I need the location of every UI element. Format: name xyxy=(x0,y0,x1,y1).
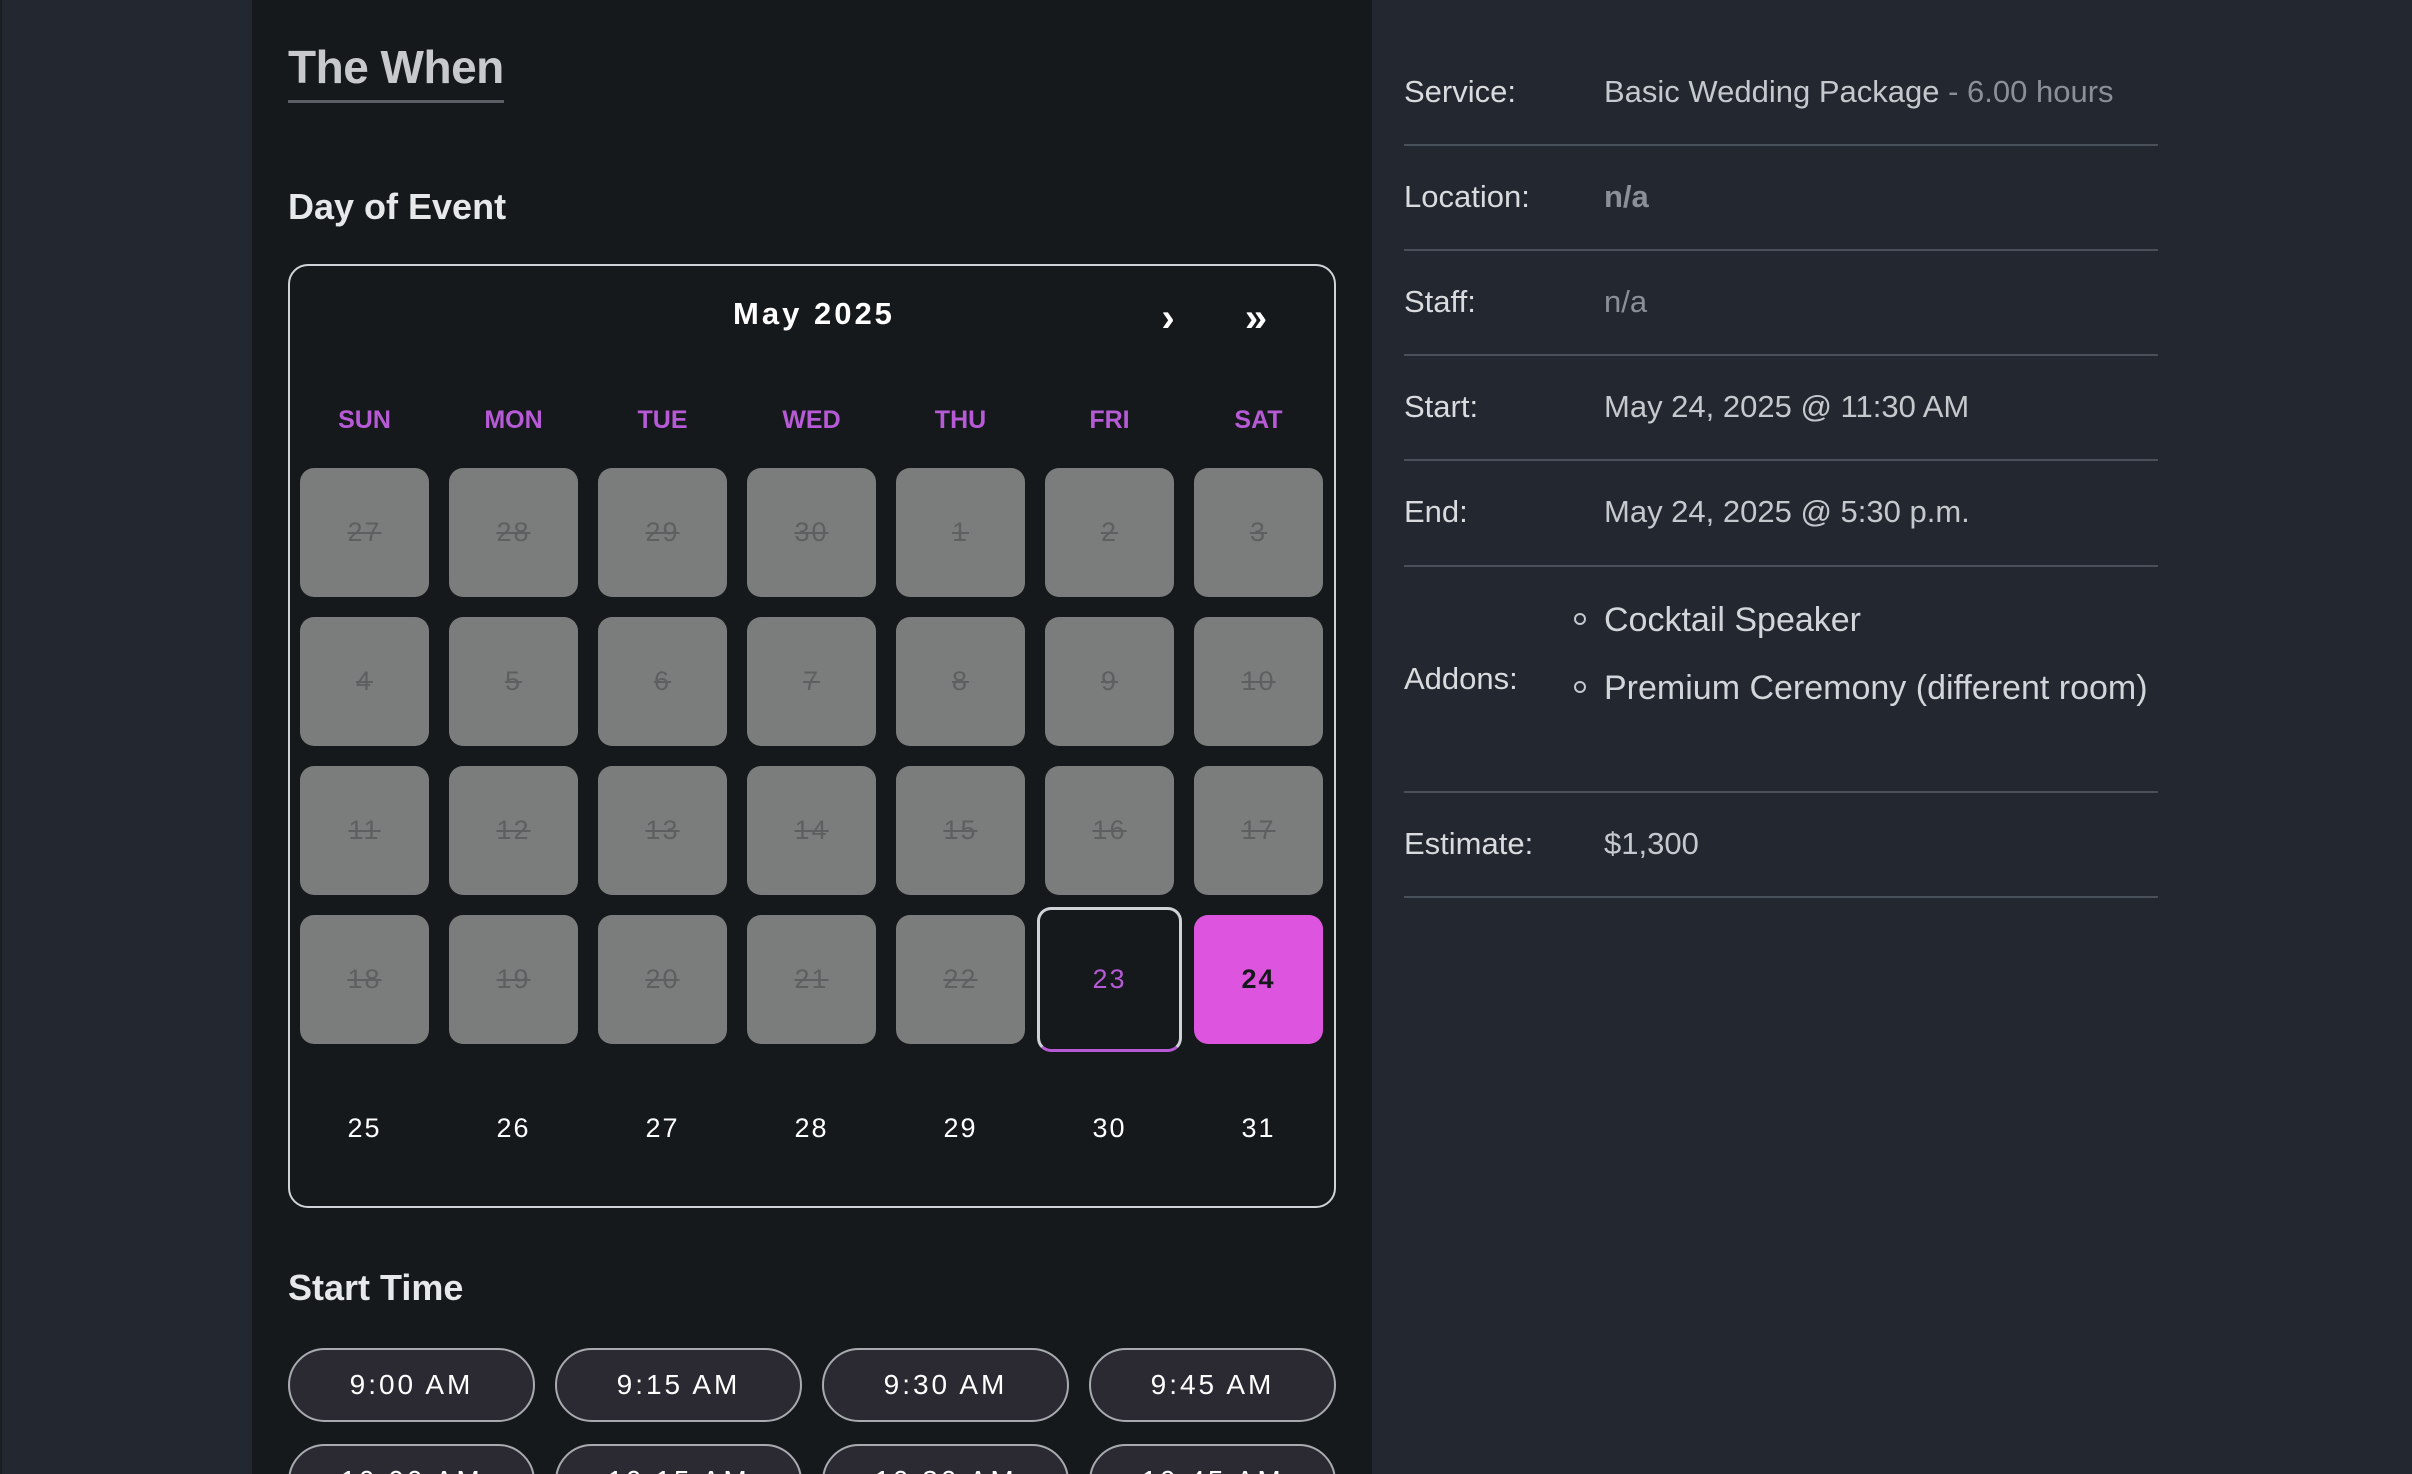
calendar-day[interactable]: 31 xyxy=(1194,1064,1323,1193)
calendar-day: 27 xyxy=(300,468,429,597)
calendar-day: 3 xyxy=(1194,468,1323,597)
end-label: End: xyxy=(1404,494,1468,529)
calendar-day: 20 xyxy=(598,915,727,1044)
weekday-label: FRI xyxy=(1089,406,1130,434)
start-label: Start: xyxy=(1404,389,1479,424)
weekday-label: THU xyxy=(934,406,987,434)
time-slot-button[interactable]: 9:15 AM xyxy=(555,1348,802,1422)
calendar-day: 29 xyxy=(598,468,727,597)
time-slot-button[interactable]: 10:45 AM xyxy=(1089,1444,1336,1474)
weekday-label: WED xyxy=(782,406,841,434)
calendar-header: May 2025 › » xyxy=(290,288,1338,348)
calendar-day[interactable]: 25 xyxy=(300,1064,429,1193)
calendar-day: 6 xyxy=(598,617,727,746)
calendar-day: 15 xyxy=(896,766,1025,895)
calendar-day[interactable]: 24 xyxy=(1194,915,1323,1044)
summary-row-staff: Staff: n/a xyxy=(1404,249,2158,356)
location-label: Location: xyxy=(1404,179,1530,214)
addons-label: Addons: xyxy=(1404,661,1518,696)
time-slot-button[interactable]: 9:30 AM xyxy=(822,1348,1069,1422)
calendar-day: 2 xyxy=(1045,468,1174,597)
calendar-day[interactable]: 30 xyxy=(1045,1064,1174,1193)
calendar-day: 11 xyxy=(300,766,429,895)
time-slot-button[interactable]: 10:15 AM xyxy=(555,1444,802,1474)
summary-row-location: Location: n/a xyxy=(1404,144,2158,251)
addon-label: Premium Ceremony (different room) xyxy=(1604,669,2148,707)
summary-row-end: End: May 24, 2025 @ 5:30 p.m. xyxy=(1404,459,2158,567)
calendar-day: 16 xyxy=(1045,766,1174,895)
staff-label: Staff: xyxy=(1404,284,1476,319)
calendar-day[interactable]: 23 xyxy=(1037,907,1182,1052)
time-slot-button[interactable]: 9:45 AM xyxy=(1089,1348,1336,1422)
calendar-day: 8 xyxy=(896,617,1025,746)
section-title: The When xyxy=(288,40,504,103)
calendar-day: 12 xyxy=(449,766,578,895)
calendar-day: 9 xyxy=(1045,617,1174,746)
service-duration: - 6.00 hours xyxy=(1939,74,2114,109)
calendar-day: 10 xyxy=(1194,617,1323,746)
service-value: Basic Wedding Package - 6.00 hours xyxy=(1604,74,2114,110)
left-gutter xyxy=(0,0,252,1474)
estimate-label: Estimate: xyxy=(1404,826,1534,861)
calendar-day[interactable]: 27 xyxy=(598,1064,727,1193)
calendar-day: 14 xyxy=(747,766,876,895)
calendar-day: 1 xyxy=(896,468,1025,597)
calendar-day: 17 xyxy=(1194,766,1323,895)
chevron-right-icon: › xyxy=(1161,296,1175,340)
day-of-event-label: Day of Event xyxy=(288,186,507,227)
calendar-day: 28 xyxy=(449,468,578,597)
service-name: Basic Wedding Package xyxy=(1604,74,1940,109)
addon-item: Premium Ceremony (different room) xyxy=(1574,669,2148,708)
addon-label: Cocktail Speaker xyxy=(1604,601,1862,639)
double-chevron-right-icon: » xyxy=(1244,296,1268,340)
calendar-day: 7 xyxy=(747,617,876,746)
weekday-label: TUE xyxy=(637,406,688,434)
calendar-day[interactable]: 26 xyxy=(449,1064,578,1193)
calendar-day: 4 xyxy=(300,617,429,746)
start-value: May 24, 2025 @ 11:30 AM xyxy=(1604,389,1970,424)
start-time-label: Start Time xyxy=(288,1267,464,1308)
end-value: May 24, 2025 @ 5:30 p.m. xyxy=(1604,494,1970,529)
calendar-day[interactable]: 28 xyxy=(747,1064,876,1193)
bullet-icon xyxy=(1574,613,1586,625)
time-slot-button[interactable]: 9:00 AM xyxy=(288,1348,535,1422)
weekday-label: MON xyxy=(484,406,543,434)
next-year-button[interactable]: » xyxy=(1226,288,1286,348)
weekday-label: SAT xyxy=(1234,406,1283,434)
summary-row-service: Service: Basic Wedding Package - 6.00 ho… xyxy=(1404,60,2158,146)
weekday-label: SUN xyxy=(338,406,391,434)
next-month-button[interactable]: › xyxy=(1138,288,1198,348)
calendar-day[interactable]: 29 xyxy=(896,1064,1025,1193)
calendar-day: 21 xyxy=(747,915,876,1044)
summary-row-estimate: Estimate: $1,300 xyxy=(1404,791,2158,898)
calendar-day: 30 xyxy=(747,468,876,597)
calendar-day: 18 xyxy=(300,915,429,1044)
staff-value: n/a xyxy=(1604,284,1648,319)
calendar-day: 5 xyxy=(449,617,578,746)
location-value: n/a xyxy=(1604,179,1649,214)
estimate-value: $1,300 xyxy=(1604,826,1699,861)
calendar-day: 22 xyxy=(896,915,1025,1044)
booking-page: The When Day of Event May 2025 › » SUN M… xyxy=(0,0,2412,1474)
service-label: Service: xyxy=(1404,74,1516,109)
time-slot-button[interactable]: 10:30 AM xyxy=(822,1444,1069,1474)
bullet-icon xyxy=(1574,681,1586,693)
addon-item: Cocktail Speaker xyxy=(1574,601,1862,640)
time-slot-button[interactable]: 10:00 AM xyxy=(288,1444,535,1474)
summary-row-start: Start: May 24, 2025 @ 11:30 AM xyxy=(1404,354,2158,461)
calendar-day: 13 xyxy=(598,766,727,895)
calendar: May 2025 › » SUN MON TUE WED THU FRI SAT xyxy=(288,264,1336,1208)
calendar-day: 19 xyxy=(449,915,578,1044)
when-panel: The When Day of Event May 2025 › » SUN M… xyxy=(252,0,1372,1474)
summary-row-addons: Addons: Cocktail Speaker Premium Ceremon… xyxy=(1404,565,2158,793)
